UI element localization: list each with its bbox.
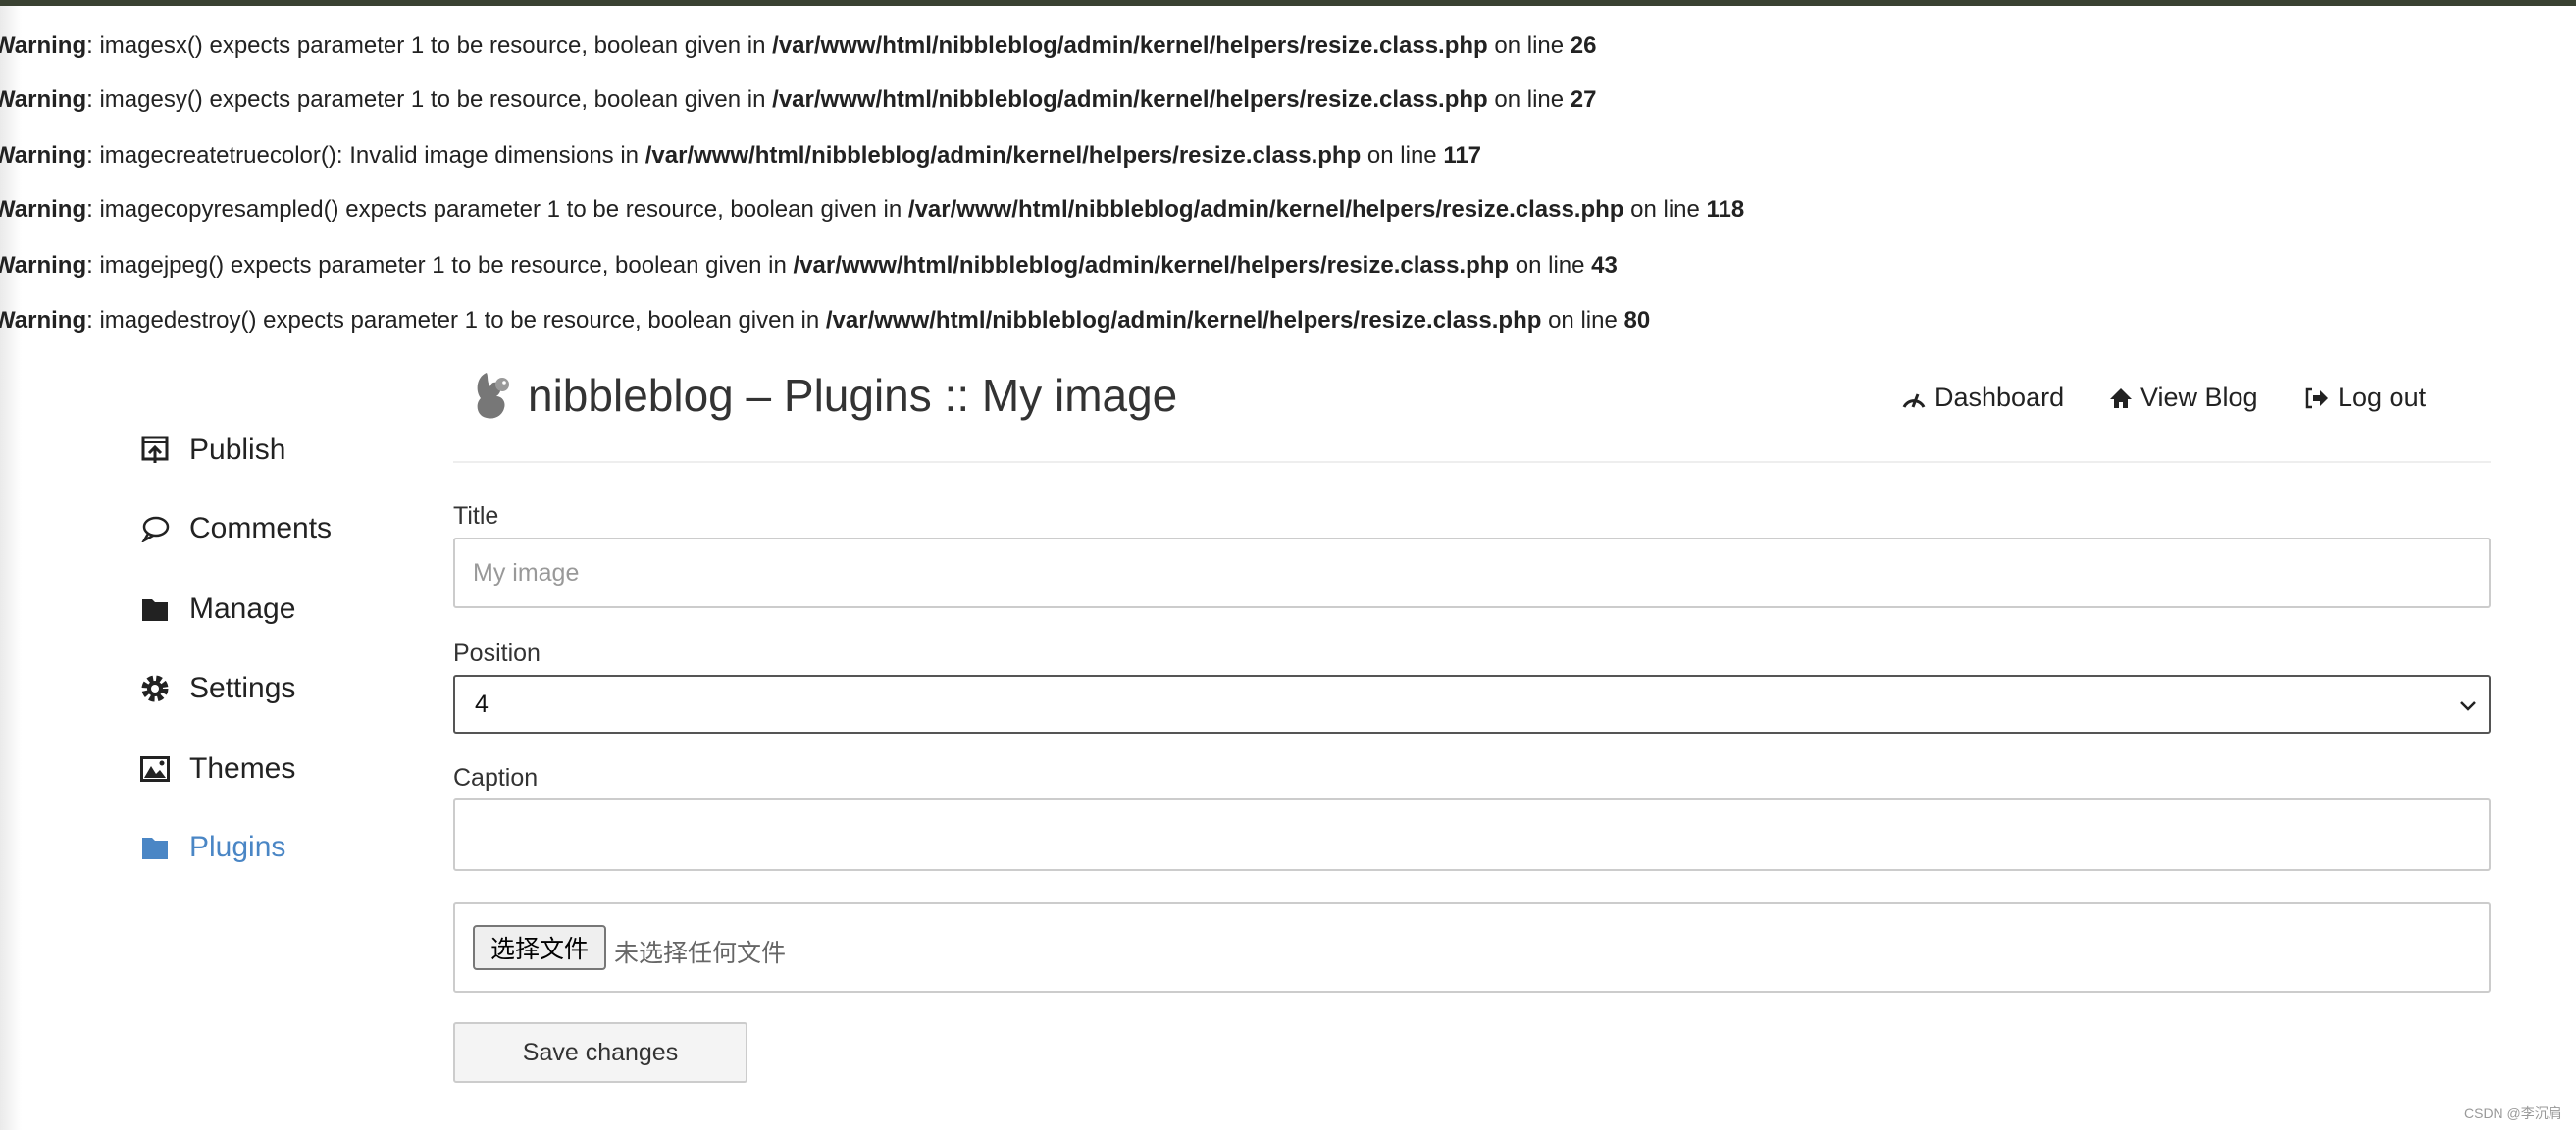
position-value: 4	[475, 690, 489, 718]
sidebar-item-label: Comments	[189, 512, 333, 544]
php-warning: Warning: imagecopyresampled() expects pa…	[0, 196, 1745, 223]
sidebar-item-label: Publish	[189, 434, 286, 466]
sidebar-item-settings[interactable]: Settings	[139, 669, 295, 708]
logout-icon	[2305, 387, 2328, 408]
chevron-down-icon	[2460, 701, 2476, 711]
nav-view-blog[interactable]: View Blog	[2109, 383, 2258, 413]
nav-dashboard[interactable]: Dashboard	[1901, 383, 2064, 413]
top-bar	[0, 0, 2576, 6]
home-icon	[2110, 387, 2132, 408]
page-title: nibbleblog – Plugins :: My image	[469, 369, 1177, 422]
squirrel-logo-icon	[477, 373, 509, 419]
sidebar-item-plugins[interactable]: Plugins	[139, 828, 285, 867]
position-select[interactable]: 4	[453, 675, 2491, 734]
position-label: Position	[453, 640, 541, 667]
caption-input[interactable]	[453, 798, 2491, 871]
comment-icon	[139, 513, 171, 544]
sidebar-item-label: Themes	[189, 752, 296, 785]
choose-file-button[interactable]: 选择文件	[473, 925, 606, 970]
nav-logout[interactable]: Log out	[2304, 383, 2426, 413]
sidebar-item-manage[interactable]: Manage	[139, 590, 295, 629]
sidebar-item-publish[interactable]: Publish	[139, 431, 285, 470]
gear-icon	[139, 673, 171, 704]
title-placeholder: My image	[473, 558, 580, 587]
sidebar-item-themes[interactable]: Themes	[139, 749, 295, 789]
folder-icon	[139, 832, 171, 863]
left-shadow	[0, 6, 22, 1130]
file-upload-field: 选择文件 未选择任何文件	[453, 902, 2491, 993]
sidebar-item-label: Plugins	[189, 831, 286, 863]
folder-icon	[139, 593, 171, 625]
sidebar-item-label: Manage	[189, 592, 296, 625]
header-divider	[453, 461, 2491, 463]
sidebar-item-comments[interactable]: Comments	[139, 509, 332, 548]
file-status: 未选择任何文件	[614, 940, 787, 967]
sidebar-item-label: Settings	[189, 672, 296, 704]
php-warning: Warning: imagejpeg() expects parameter 1…	[0, 252, 1618, 279]
title-input[interactable]: My image	[453, 538, 2491, 608]
save-changes-button[interactable]: Save changes	[453, 1022, 747, 1083]
watermark: CSDN @李沉肩	[2464, 1105, 2562, 1121]
php-warning: Warning: imagedestroy() expects paramete…	[0, 307, 1651, 334]
page-title-text: nibbleblog – Plugins :: My image	[528, 370, 1178, 421]
php-warning: Warning: imagesy() expects parameter 1 t…	[0, 86, 1597, 113]
image-icon	[139, 753, 171, 785]
php-warning: Warning: imagecreatetruecolor(): Invalid…	[0, 142, 1482, 169]
php-warning: Warning: imagesx() expects parameter 1 t…	[0, 32, 1597, 59]
caption-label: Caption	[453, 764, 539, 792]
publish-icon	[139, 435, 171, 466]
title-label: Title	[453, 502, 499, 530]
dashboard-icon	[1902, 392, 1926, 408]
